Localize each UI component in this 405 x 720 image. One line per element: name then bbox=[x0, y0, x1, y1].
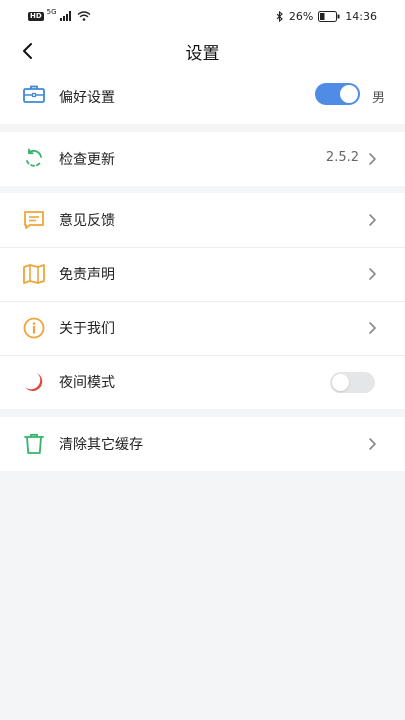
battery-icon bbox=[318, 11, 340, 22]
about-label: 关于我们 bbox=[59, 321, 115, 337]
network-type: 5G bbox=[46, 8, 57, 16]
cache-group: 清除其它缓存 bbox=[0, 417, 405, 471]
clear-cache-row[interactable]: 清除其它缓存 bbox=[0, 417, 405, 471]
chevron-right-icon bbox=[369, 214, 376, 226]
version-value: 2.5.2 bbox=[325, 150, 359, 165]
disclaimer-row[interactable]: 免责声明 bbox=[0, 247, 405, 301]
chevron-right-icon bbox=[369, 322, 376, 334]
disclaimer-label: 免责声明 bbox=[59, 267, 115, 283]
night-mode-label: 夜间模式 bbox=[59, 375, 115, 391]
moon-icon bbox=[25, 373, 43, 391]
page-title: 设置 bbox=[185, 44, 220, 64]
chevron-right-icon bbox=[369, 153, 376, 165]
night-mode-toggle[interactable] bbox=[330, 372, 375, 393]
refresh-icon bbox=[26, 148, 42, 167]
info-icon bbox=[23, 317, 45, 339]
bluetooth-icon bbox=[276, 11, 283, 22]
clear-cache-label: 清除其它缓存 bbox=[59, 437, 143, 453]
header: 设置 bbox=[0, 34, 405, 70]
preferences-label: 偏好设置 bbox=[59, 90, 115, 106]
status-left: HD 5G bbox=[28, 8, 91, 21]
message-icon bbox=[24, 211, 44, 229]
chevron-right-icon bbox=[369, 268, 376, 280]
preferences-toggle[interactable] bbox=[315, 83, 360, 105]
status-right: 26% 14:36 bbox=[276, 10, 377, 23]
signal-icon bbox=[59, 11, 71, 21]
preferences-row[interactable]: 偏好设置 男 bbox=[0, 70, 405, 124]
check-update-label: 检查更新 bbox=[59, 152, 115, 168]
map-icon bbox=[23, 264, 45, 284]
feedback-label: 意见反馈 bbox=[59, 213, 115, 229]
update-group: 检查更新 2.5.2 bbox=[0, 132, 405, 186]
chevron-right-icon bbox=[369, 438, 376, 450]
battery-percent: 26% bbox=[288, 10, 314, 23]
night-mode-row[interactable]: 夜间模式 bbox=[0, 355, 405, 409]
preferences-group: 偏好设置 男 bbox=[0, 70, 405, 124]
wifi-icon bbox=[77, 11, 91, 21]
clock: 14:36 bbox=[345, 10, 377, 23]
feedback-row[interactable]: 意见反馈 bbox=[0, 193, 405, 247]
status-bar: HD 5G 26% 14:36 bbox=[0, 0, 405, 34]
check-update-row[interactable]: 检查更新 2.5.2 bbox=[0, 132, 405, 186]
menu-group: 意见反馈 免责声明 关于我们 夜间模式 bbox=[0, 193, 405, 409]
gender-label: 男 bbox=[372, 91, 386, 106]
toggle-knob bbox=[332, 374, 349, 391]
hd-badge: HD bbox=[28, 11, 44, 21]
toggle-knob bbox=[340, 85, 358, 103]
briefcase-icon bbox=[23, 85, 45, 103]
trash-icon bbox=[24, 433, 44, 454]
about-row[interactable]: 关于我们 bbox=[0, 301, 405, 355]
